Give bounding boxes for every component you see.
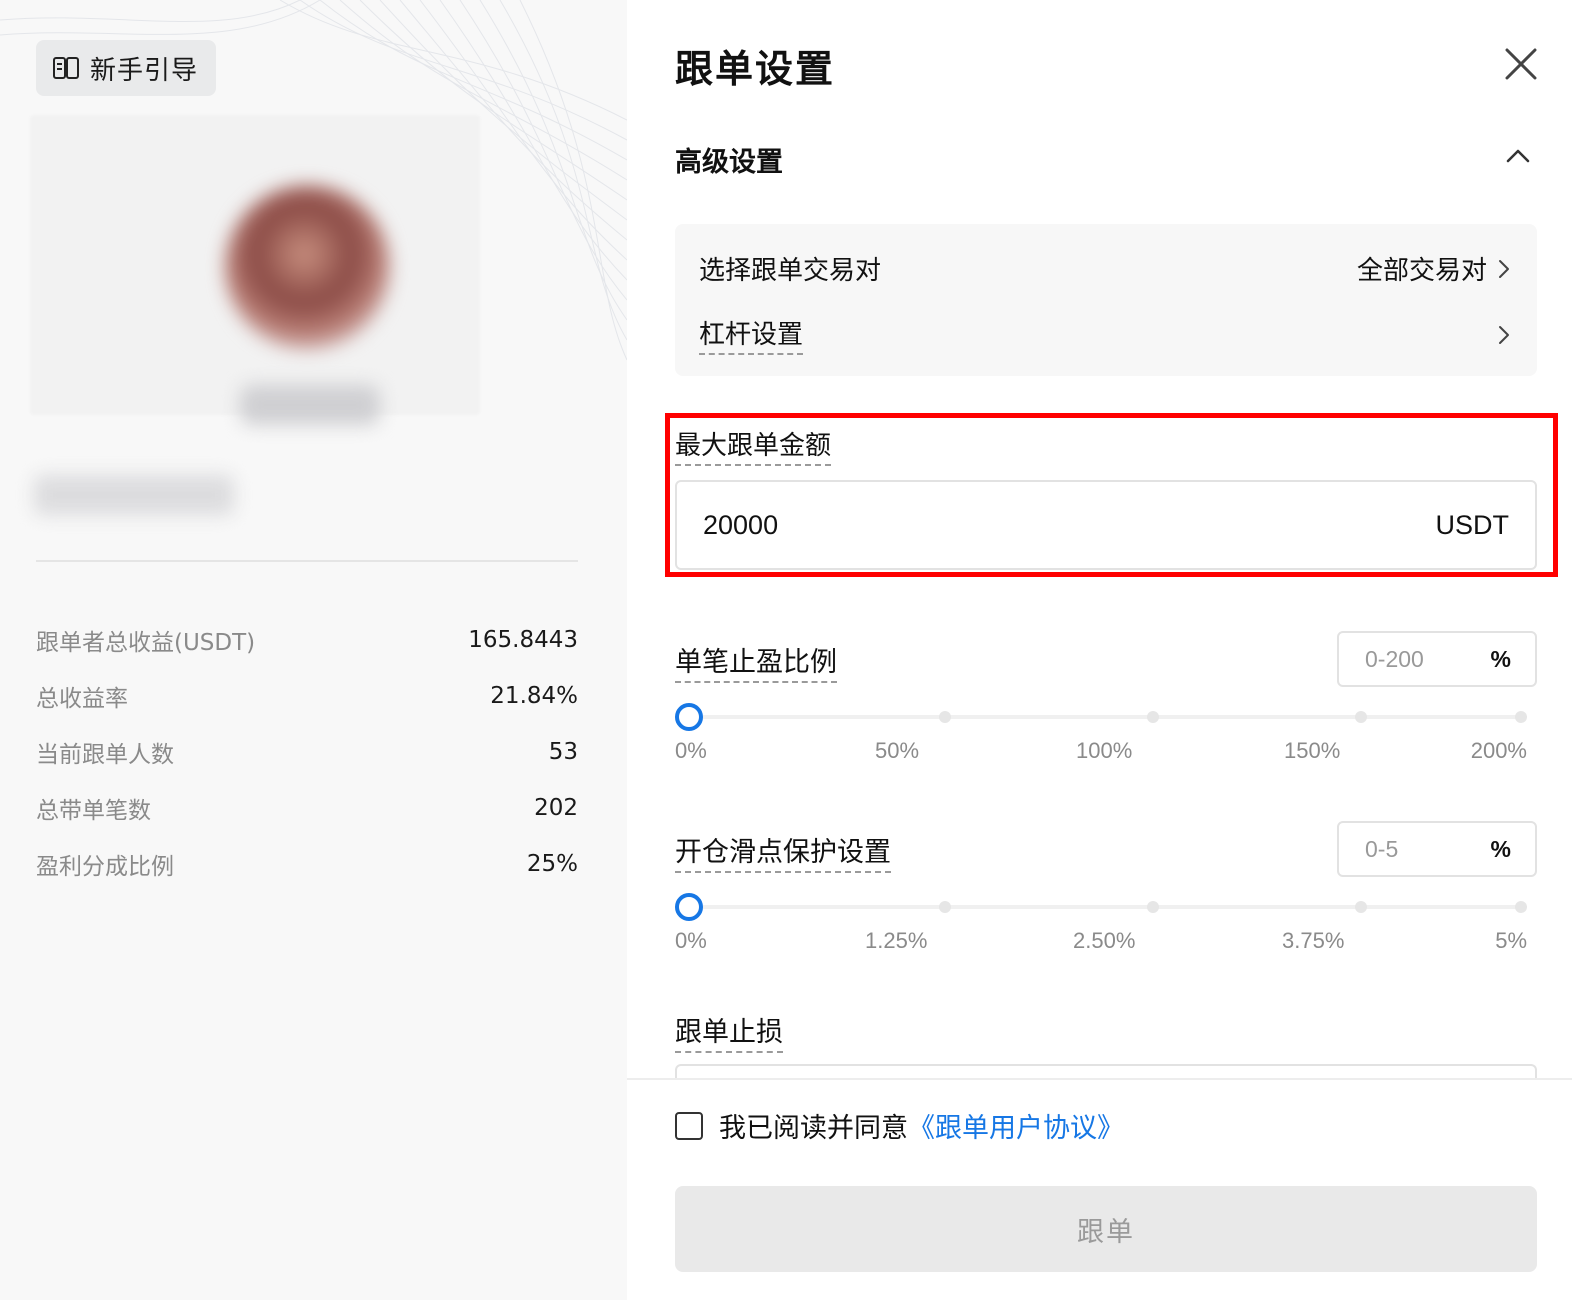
max-amount-input[interactable]: 20000 USDT: [675, 480, 1537, 570]
advanced-settings-box: 选择跟单交易对 全部交易对 杠杆设置: [675, 224, 1537, 376]
slippage-unit: %: [1490, 835, 1511, 862]
submit-label: 跟单: [1077, 1216, 1135, 1248]
stat-label: 总收益率: [36, 686, 128, 712]
tick-label: 150%: [1284, 738, 1341, 763]
agreement-row: 我已阅读并同意 《跟单用户协议》: [675, 1106, 1124, 1145]
close-icon[interactable]: [1503, 46, 1539, 82]
stat-value: 25%: [526, 851, 578, 877]
tick-label: 0%: [675, 928, 707, 953]
stat-row: 总带单笔数 202: [36, 780, 578, 836]
stat-label: 盈利分成比例: [36, 854, 174, 880]
max-amount-value: 20000: [703, 509, 779, 540]
stat-value: 21.84%: [490, 683, 578, 709]
slider-step-dot: [939, 711, 951, 723]
book-icon: [53, 57, 79, 79]
slider-step-dot: [1147, 711, 1159, 723]
slider-step-dot: [1355, 901, 1367, 913]
slippage-ticks: 0% 1.25% 2.50% 3.75% 5%: [675, 928, 1527, 958]
agreement-link[interactable]: 《跟单用户协议》: [908, 1106, 1124, 1145]
stat-value: 202: [534, 795, 578, 821]
take-profit-slider[interactable]: [675, 698, 1537, 738]
slider-track: [689, 905, 1523, 909]
agreement-checkbox[interactable]: [675, 1111, 703, 1140]
stat-value: 53: [548, 739, 578, 765]
slider-step-dot: [1515, 711, 1527, 723]
stat-row: 总收益率 21.84%: [36, 668, 578, 724]
tick-label: 3.75%: [1282, 928, 1345, 953]
slider-step-dot: [939, 901, 951, 913]
trader-profile-panel: 新手引导 跟单者总收益(USDT) 165.8443 总收益率 21.84% 当…: [0, 0, 627, 1300]
chevron-right-icon: [1499, 259, 1509, 278]
tick-label: 5%: [1495, 928, 1527, 953]
copy-trade-submit-button[interactable]: 跟单: [675, 1186, 1537, 1272]
slippage-label: 开仓滑点保护设置: [675, 830, 891, 873]
stop-loss-label: 跟单止损: [675, 1010, 783, 1053]
stat-label: 跟单者总收益(USDT): [36, 630, 256, 656]
tick-label: 50%: [875, 738, 920, 763]
agreement-text: 我已阅读并同意: [719, 1113, 908, 1144]
take-profit-input[interactable]: 0-200 %: [1337, 631, 1537, 687]
blurred-trader-name: [240, 385, 380, 425]
stat-value: 165.8443: [468, 627, 578, 653]
chevron-up-icon[interactable]: [1503, 144, 1533, 168]
stat-row: 当前跟单人数 53: [36, 724, 578, 780]
trader-stats-list: 跟单者总收益(USDT) 165.8443 总收益率 21.84% 当前跟单人数…: [36, 612, 578, 892]
beginner-guide-button[interactable]: 新手引导: [36, 40, 216, 96]
slippage-placeholder: 0-5: [1365, 835, 1399, 862]
leverage-label: 杠杆设置: [699, 314, 804, 355]
slider-step-dot: [1147, 901, 1159, 913]
avatar: [225, 185, 390, 350]
stat-label: 当前跟单人数: [36, 742, 174, 768]
tick-label: 100%: [1076, 738, 1133, 763]
take-profit-label: 单笔止盈比例: [675, 640, 837, 683]
tick-label: 0%: [675, 738, 707, 763]
stop-loss-input-partial[interactable]: [675, 1064, 1537, 1078]
take-profit-ticks: 0% 50% 100% 150% 200%: [675, 738, 1527, 768]
slider-step-dot: [1515, 901, 1527, 913]
copy-trade-settings-dialog: 跟单设置 高级设置 选择跟单交易对 全部交易对 杠杆设置 最大跟单金额 2000…: [627, 0, 1572, 1300]
stat-row: 盈利分成比例 25%: [36, 836, 578, 892]
trading-pair-selector[interactable]: 选择跟单交易对 全部交易对: [699, 250, 1511, 287]
slippage-input[interactable]: 0-5 %: [1337, 821, 1537, 877]
stat-label: 总带单笔数: [36, 798, 151, 824]
stat-row: 跟单者总收益(USDT) 165.8443: [36, 612, 578, 668]
advanced-settings-title: 高级设置: [675, 147, 783, 178]
trading-pair-label: 选择跟单交易对: [699, 256, 882, 286]
trading-pair-value: 全部交易对: [1356, 256, 1487, 286]
blurred-trader-id: [34, 475, 234, 515]
divider: [36, 560, 578, 562]
tick-label: 1.25%: [865, 928, 928, 953]
slider-thumb[interactable]: [675, 703, 703, 731]
chevron-right-icon: [1499, 325, 1509, 344]
dialog-title: 跟单设置: [675, 47, 836, 91]
beginner-guide-label: 新手引导: [90, 55, 199, 86]
slider-track: [689, 715, 1523, 719]
slider-step-dot: [1355, 711, 1367, 723]
footer-divider: [627, 1078, 1572, 1080]
take-profit-unit: %: [1490, 645, 1511, 672]
tick-label: 2.50%: [1073, 928, 1136, 953]
tick-label: 200%: [1470, 738, 1527, 763]
slippage-slider[interactable]: [675, 888, 1537, 928]
leverage-settings-row[interactable]: 杠杆设置: [699, 314, 1511, 355]
take-profit-placeholder: 0-200: [1365, 645, 1424, 672]
max-amount-label: 最大跟单金额: [675, 425, 832, 466]
trading-pair-value-wrap: 全部交易对: [1357, 250, 1511, 287]
slider-thumb[interactable]: [675, 893, 703, 921]
max-amount-unit: USDT: [1435, 509, 1510, 540]
